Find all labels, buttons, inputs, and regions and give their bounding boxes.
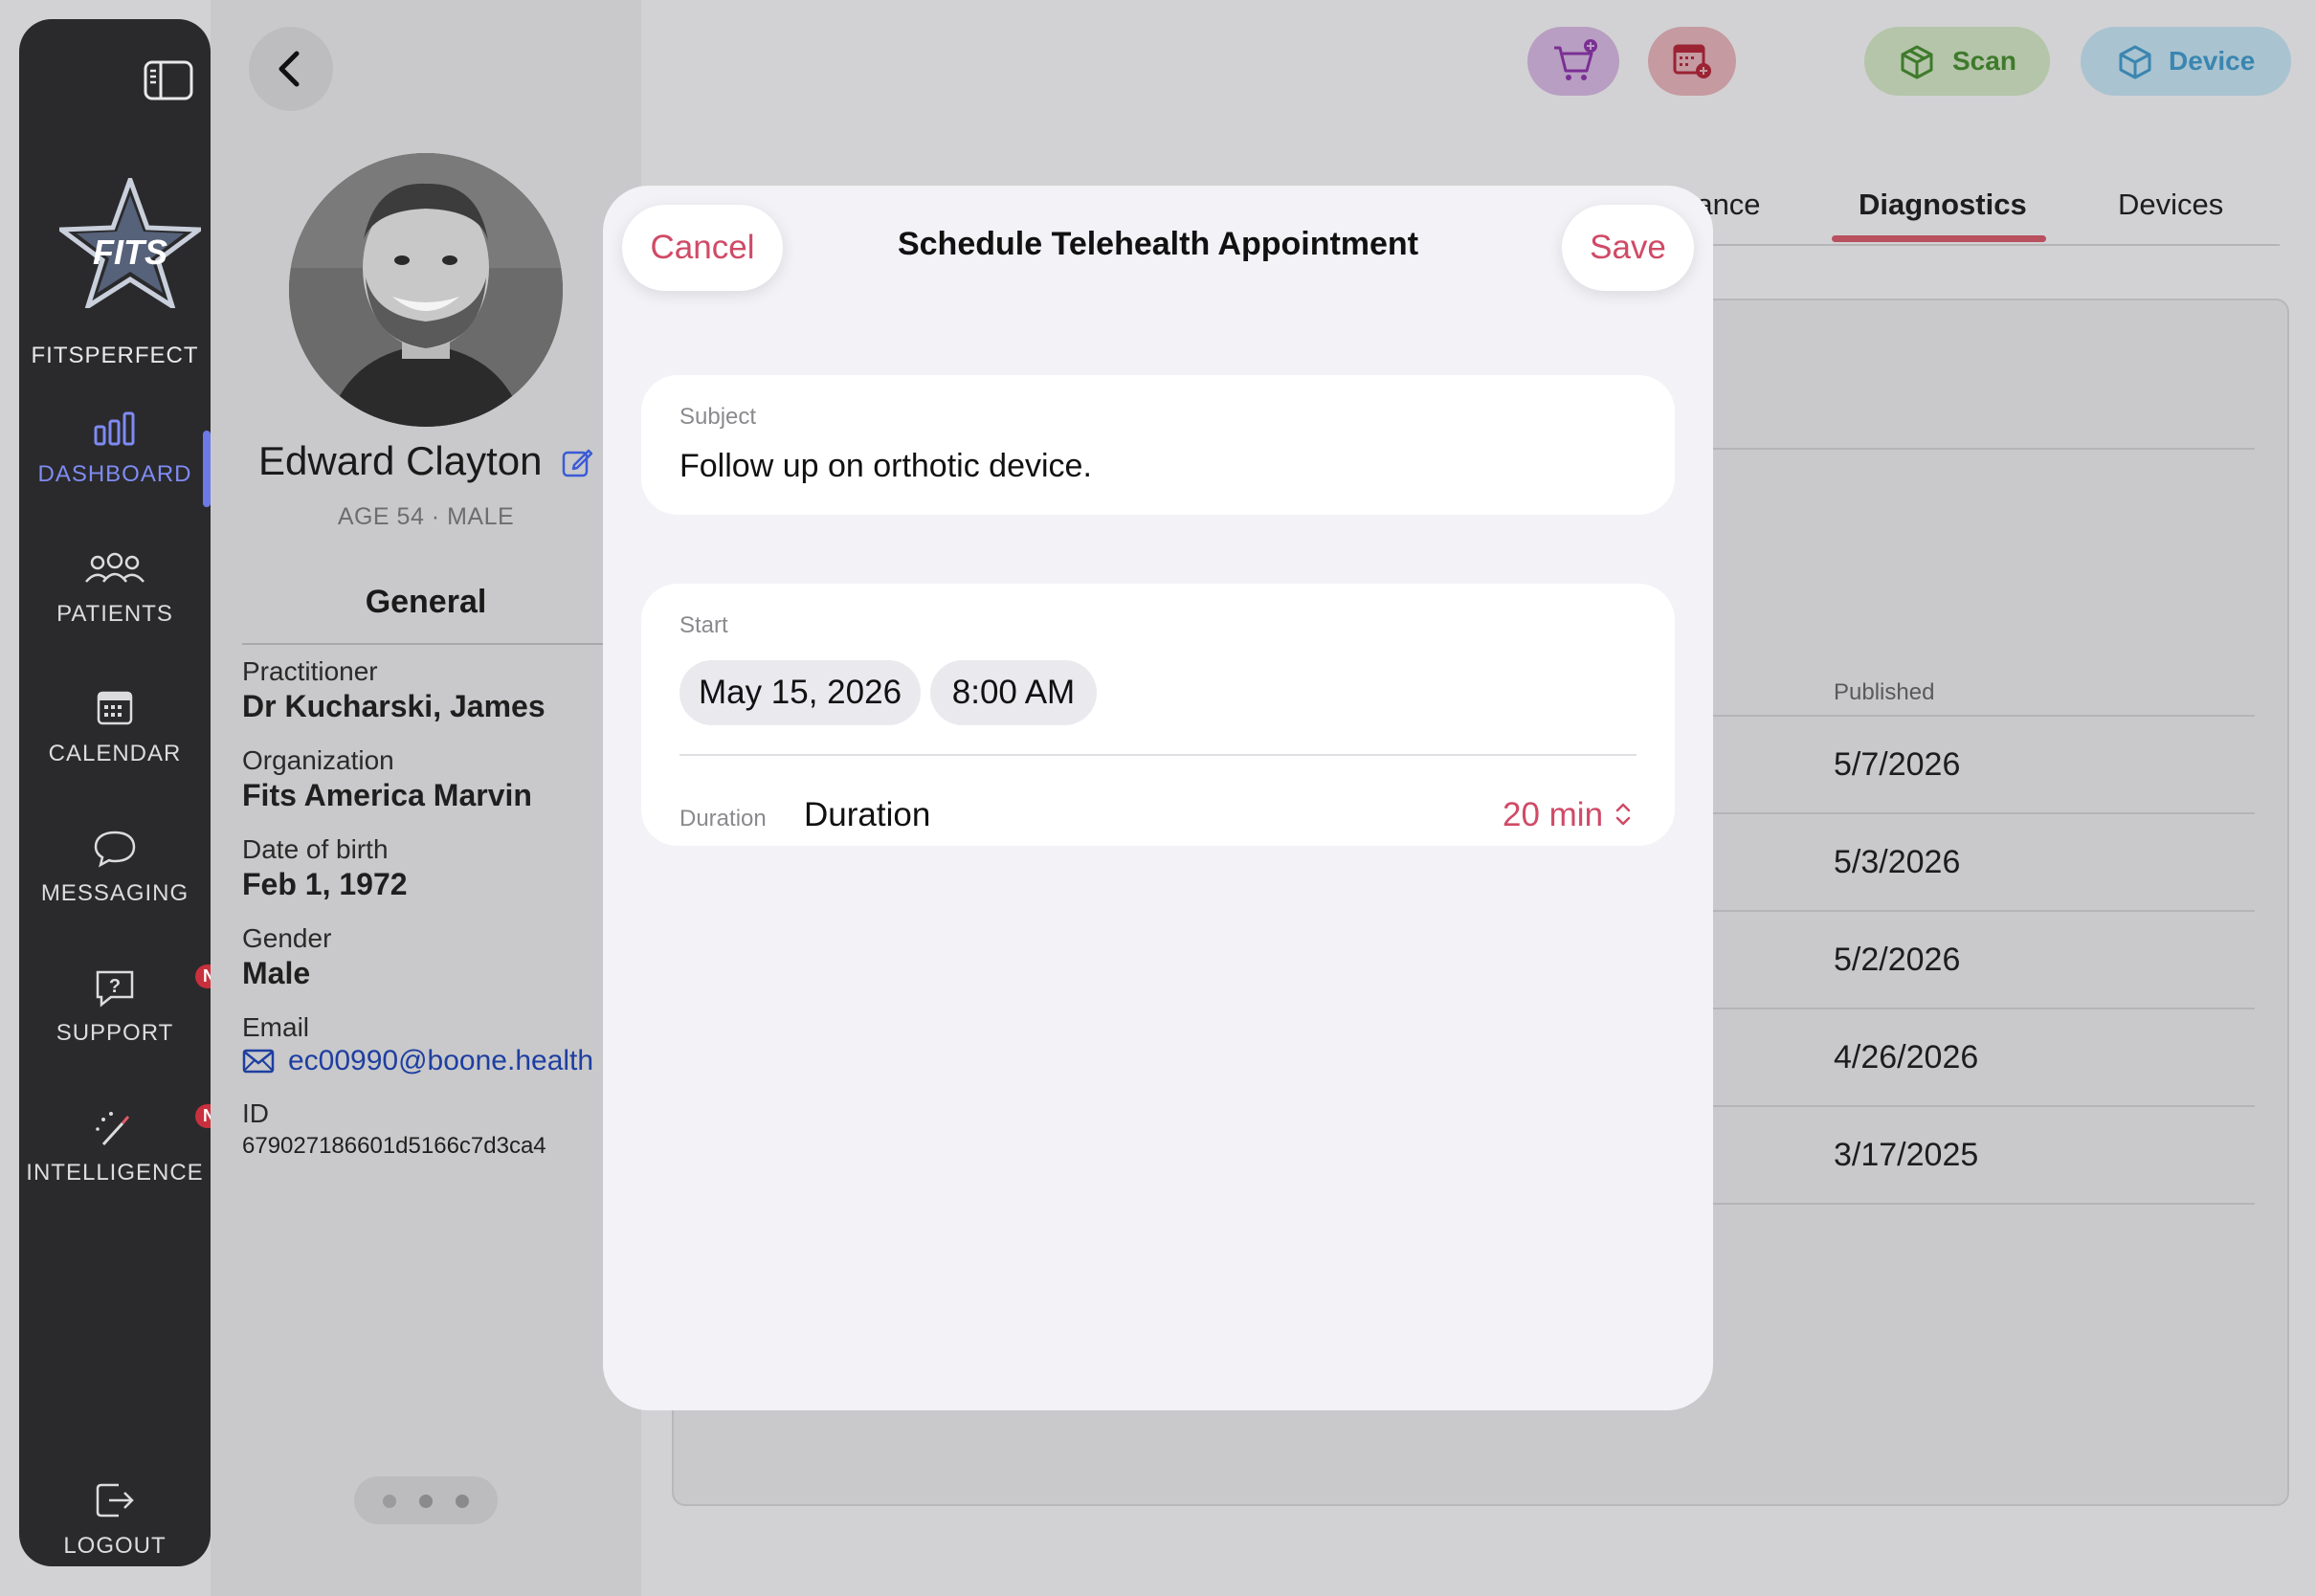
modal-title: Schedule Telehealth Appointment bbox=[897, 226, 1419, 262]
date-picker[interactable]: May 15, 2026 bbox=[679, 660, 921, 725]
tabs-divider bbox=[1713, 244, 2280, 246]
row-divider bbox=[1713, 1203, 2255, 1205]
card-divider bbox=[1713, 448, 2255, 450]
schedule-appointment-modal: Cancel Schedule Telehealth Appointment S… bbox=[603, 186, 1713, 1410]
back-button[interactable] bbox=[249, 27, 333, 111]
table-row-published[interactable]: 3/17/2025 bbox=[1834, 1137, 1978, 1174]
scan-button[interactable]: Scan bbox=[1864, 27, 2050, 96]
device-label: Device bbox=[2169, 46, 2256, 76]
email-link[interactable]: ec00990@boone.health bbox=[288, 1045, 604, 1077]
avatar bbox=[289, 153, 563, 427]
fits-logo: FITS bbox=[54, 172, 207, 312]
nav-dashboard-label: DASHBOARD bbox=[37, 461, 192, 487]
organization-label: Organization bbox=[242, 745, 394, 775]
start-group: Start May 15, 2026 8:00 AM Duration Dura… bbox=[641, 584, 1675, 846]
nav-calendar[interactable]: CALENDAR bbox=[19, 687, 211, 767]
id-value: 679027186601d5166c7d3ca4 bbox=[242, 1133, 546, 1159]
sidebar: FITS FITSPERFECT DASHBOARD PATIENTS CALE… bbox=[19, 19, 253, 1566]
page-dot bbox=[456, 1495, 469, 1508]
gender-value: Male bbox=[242, 956, 311, 990]
table-row-published[interactable]: 5/3/2026 bbox=[1834, 844, 1960, 881]
start-divider bbox=[679, 754, 1637, 756]
cart-icon bbox=[1554, 39, 1597, 80]
cart-button[interactable] bbox=[1527, 27, 1619, 96]
subject-label: Subject bbox=[679, 404, 757, 430]
gender-label: Gender bbox=[242, 923, 332, 953]
row-divider bbox=[1713, 910, 2255, 912]
row-divider bbox=[1713, 1105, 2255, 1107]
start-label: Start bbox=[679, 612, 728, 638]
table-row-published[interactable]: 5/7/2026 bbox=[1834, 746, 1960, 784]
duration-picker[interactable]: 20 min bbox=[1503, 796, 1634, 834]
add-calendar-button[interactable] bbox=[1648, 27, 1736, 96]
help-bubble-icon: ? NEW bbox=[90, 964, 253, 1009]
page-dot bbox=[419, 1495, 433, 1508]
time-picker[interactable]: 8:00 AM bbox=[930, 660, 1097, 725]
chevron-left-icon bbox=[278, 51, 300, 87]
subject-input[interactable]: Follow up on orthotic device. bbox=[679, 448, 1092, 485]
published-column-header: Published bbox=[1834, 679, 1935, 705]
mail-icon bbox=[242, 1047, 275, 1075]
row-divider bbox=[1713, 715, 2255, 717]
email-label: Email bbox=[242, 1012, 310, 1042]
page-dot bbox=[383, 1495, 396, 1508]
box-icon bbox=[2119, 45, 2151, 79]
nav-support-label: SUPPORT bbox=[56, 1020, 174, 1046]
calendar-icon bbox=[90, 687, 140, 729]
organization-value: Fits America Marvin bbox=[242, 778, 532, 812]
duration-value: 20 min bbox=[1503, 796, 1604, 833]
id-label: ID bbox=[242, 1098, 269, 1128]
magic-wand-icon: NEW bbox=[90, 1104, 253, 1148]
save-button[interactable]: Save bbox=[1562, 205, 1694, 291]
table-row-published[interactable]: 5/2/2026 bbox=[1834, 942, 1960, 979]
table-row-published[interactable]: 4/26/2026 bbox=[1834, 1039, 1978, 1076]
nav-intelligence-label: INTELLIGENCE bbox=[26, 1160, 204, 1186]
logo-text: FITS bbox=[93, 233, 167, 272]
nav-calendar-label: CALENDAR bbox=[48, 741, 182, 766]
subject-group: Subject Follow up on orthotic device. bbox=[641, 375, 1675, 515]
bar-chart-icon bbox=[90, 408, 140, 450]
chat-bubble-icon bbox=[90, 827, 140, 869]
dob-label: Date of birth bbox=[242, 834, 389, 864]
cube-icon bbox=[1901, 45, 1933, 79]
sidebar-toggle-icon[interactable] bbox=[144, 59, 193, 101]
page-indicator[interactable] bbox=[354, 1476, 498, 1524]
chevron-updown-icon bbox=[1615, 803, 1631, 826]
edit-icon[interactable] bbox=[561, 446, 593, 478]
tab-devices[interactable]: Devices bbox=[2118, 188, 2223, 222]
row-divider bbox=[1713, 1008, 2255, 1009]
duration-label: Duration bbox=[804, 796, 931, 833]
logout-icon bbox=[90, 1479, 140, 1521]
practitioner-value: Dr Kucharski, James bbox=[242, 689, 546, 723]
dob-value: Feb 1, 1972 bbox=[242, 867, 408, 901]
nav-support[interactable]: ? NEW SUPPORT bbox=[19, 964, 253, 1047]
row-divider bbox=[1713, 812, 2255, 814]
tab-diagnostics[interactable]: Diagnostics bbox=[1859, 188, 2027, 222]
nav-intelligence[interactable]: NEW INTELLIGENCE bbox=[19, 1104, 253, 1186]
logout-label: LOGOUT bbox=[63, 1533, 167, 1559]
practitioner-label: Practitioner bbox=[242, 656, 378, 686]
scan-label: Scan bbox=[1952, 46, 2016, 76]
calendar-add-icon bbox=[1673, 44, 1711, 78]
nav-messaging-label: MESSAGING bbox=[40, 880, 189, 906]
svg-text:?: ? bbox=[109, 976, 121, 997]
device-button[interactable]: Device bbox=[2081, 27, 2291, 96]
nav-messaging[interactable]: MESSAGING bbox=[19, 827, 211, 907]
brand-name: FITSPERFECT bbox=[31, 343, 199, 368]
section-divider bbox=[242, 643, 603, 645]
active-tab-underline bbox=[1832, 235, 2046, 242]
nav-dashboard[interactable]: DASHBOARD bbox=[19, 408, 211, 488]
patient-name: Edward Clayton bbox=[258, 438, 543, 483]
duration-caption: Duration bbox=[679, 806, 767, 831]
logout-button[interactable]: LOGOUT bbox=[19, 1479, 211, 1560]
